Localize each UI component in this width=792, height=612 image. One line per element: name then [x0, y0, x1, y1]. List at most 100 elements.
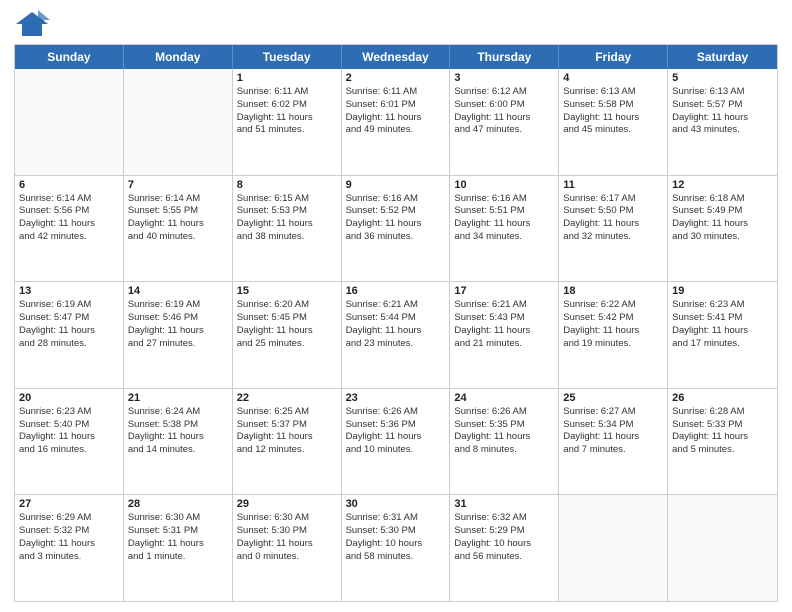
cell-line: and 25 minutes. — [237, 338, 337, 351]
cell-line: Sunrise: 6:30 AM — [237, 512, 337, 525]
logo-icon — [14, 10, 50, 38]
day-number: 23 — [346, 392, 446, 404]
day-cell-20: 20Sunrise: 6:23 AMSunset: 5:40 PMDayligh… — [15, 389, 124, 495]
cell-line: Sunset: 5:32 PM — [19, 525, 119, 538]
cell-line: Daylight: 11 hours — [128, 218, 228, 231]
cell-line: Sunrise: 6:19 AM — [19, 299, 119, 312]
cell-line: Daylight: 11 hours — [19, 431, 119, 444]
cell-line: and 32 minutes. — [563, 231, 663, 244]
cell-line: and 34 minutes. — [454, 231, 554, 244]
cell-line: and 5 minutes. — [672, 444, 773, 457]
cell-line: Sunset: 5:42 PM — [563, 312, 663, 325]
cell-line: Daylight: 11 hours — [128, 325, 228, 338]
day-cell-26: 26Sunrise: 6:28 AMSunset: 5:33 PMDayligh… — [668, 389, 777, 495]
day-number: 18 — [563, 285, 663, 297]
day-cell-14: 14Sunrise: 6:19 AMSunset: 5:46 PMDayligh… — [124, 282, 233, 388]
day-cell-25: 25Sunrise: 6:27 AMSunset: 5:34 PMDayligh… — [559, 389, 668, 495]
cell-line: Sunrise: 6:17 AM — [563, 193, 663, 206]
cell-line: Sunset: 5:43 PM — [454, 312, 554, 325]
cell-line: Sunset: 6:02 PM — [237, 99, 337, 112]
cell-line: Sunrise: 6:32 AM — [454, 512, 554, 525]
empty-cell-r4c5 — [559, 495, 668, 601]
day-number: 25 — [563, 392, 663, 404]
weekday-header-thursday: Thursday — [450, 45, 559, 69]
cell-line: Sunset: 5:47 PM — [19, 312, 119, 325]
cell-line: Daylight: 11 hours — [454, 431, 554, 444]
cell-line: Sunrise: 6:14 AM — [19, 193, 119, 206]
cell-line: Daylight: 11 hours — [454, 112, 554, 125]
calendar-header: SundayMondayTuesdayWednesdayThursdayFrid… — [15, 45, 777, 69]
cell-line: Daylight: 11 hours — [19, 218, 119, 231]
cell-line: Daylight: 11 hours — [346, 112, 446, 125]
cell-line: and 38 minutes. — [237, 231, 337, 244]
cell-line: Sunrise: 6:20 AM — [237, 299, 337, 312]
cell-line: Daylight: 11 hours — [346, 218, 446, 231]
cell-line: Sunset: 6:01 PM — [346, 99, 446, 112]
cell-line: Sunset: 5:45 PM — [237, 312, 337, 325]
cell-line: Sunrise: 6:14 AM — [128, 193, 228, 206]
cell-line: and 30 minutes. — [672, 231, 773, 244]
cell-line: and 17 minutes. — [672, 338, 773, 351]
calendar-row-4: 20Sunrise: 6:23 AMSunset: 5:40 PMDayligh… — [15, 388, 777, 495]
day-cell-29: 29Sunrise: 6:30 AMSunset: 5:30 PMDayligh… — [233, 495, 342, 601]
cell-line: and 49 minutes. — [346, 124, 446, 137]
day-number: 2 — [346, 72, 446, 84]
cell-line: Sunset: 5:53 PM — [237, 205, 337, 218]
cell-line: and 56 minutes. — [454, 551, 554, 564]
day-number: 30 — [346, 498, 446, 510]
cell-line: Sunset: 5:46 PM — [128, 312, 228, 325]
weekday-header-tuesday: Tuesday — [233, 45, 342, 69]
day-number: 24 — [454, 392, 554, 404]
day-number: 22 — [237, 392, 337, 404]
cell-line: and 16 minutes. — [19, 444, 119, 457]
cell-line: Sunset: 5:57 PM — [672, 99, 773, 112]
cell-line: Sunset: 5:37 PM — [237, 419, 337, 432]
cell-line: Sunset: 5:40 PM — [19, 419, 119, 432]
day-number: 31 — [454, 498, 554, 510]
day-number: 19 — [672, 285, 773, 297]
cell-line: Sunrise: 6:15 AM — [237, 193, 337, 206]
cell-line: Sunset: 5:52 PM — [346, 205, 446, 218]
cell-line: Sunset: 5:30 PM — [237, 525, 337, 538]
weekday-header-monday: Monday — [124, 45, 233, 69]
empty-cell-r0c0 — [15, 69, 124, 175]
cell-line: and 12 minutes. — [237, 444, 337, 457]
cell-line: Sunrise: 6:16 AM — [454, 193, 554, 206]
cell-line: Sunrise: 6:21 AM — [454, 299, 554, 312]
calendar-row-1: 1Sunrise: 6:11 AMSunset: 6:02 PMDaylight… — [15, 69, 777, 175]
day-number: 14 — [128, 285, 228, 297]
day-cell-13: 13Sunrise: 6:19 AMSunset: 5:47 PMDayligh… — [15, 282, 124, 388]
cell-line: Daylight: 11 hours — [237, 218, 337, 231]
cell-line: Daylight: 11 hours — [563, 112, 663, 125]
cell-line: Sunrise: 6:26 AM — [346, 406, 446, 419]
day-cell-10: 10Sunrise: 6:16 AMSunset: 5:51 PMDayligh… — [450, 176, 559, 282]
cell-line: Sunset: 5:49 PM — [672, 205, 773, 218]
calendar-body: 1Sunrise: 6:11 AMSunset: 6:02 PMDaylight… — [15, 69, 777, 601]
cell-line: Sunrise: 6:27 AM — [563, 406, 663, 419]
day-number: 6 — [19, 179, 119, 191]
day-cell-18: 18Sunrise: 6:22 AMSunset: 5:42 PMDayligh… — [559, 282, 668, 388]
cell-line: Sunset: 5:41 PM — [672, 312, 773, 325]
day-cell-12: 12Sunrise: 6:18 AMSunset: 5:49 PMDayligh… — [668, 176, 777, 282]
cell-line: Sunset: 5:31 PM — [128, 525, 228, 538]
day-cell-22: 22Sunrise: 6:25 AMSunset: 5:37 PMDayligh… — [233, 389, 342, 495]
cell-line: and 7 minutes. — [563, 444, 663, 457]
empty-cell-r0c1 — [124, 69, 233, 175]
cell-line: Sunrise: 6:21 AM — [346, 299, 446, 312]
cell-line: Daylight: 11 hours — [563, 431, 663, 444]
day-number: 3 — [454, 72, 554, 84]
cell-line: and 47 minutes. — [454, 124, 554, 137]
cell-line: Daylight: 11 hours — [128, 431, 228, 444]
day-number: 20 — [19, 392, 119, 404]
day-cell-4: 4Sunrise: 6:13 AMSunset: 5:58 PMDaylight… — [559, 69, 668, 175]
cell-line: Daylight: 11 hours — [454, 325, 554, 338]
cell-line: Sunset: 5:33 PM — [672, 419, 773, 432]
cell-line: Sunrise: 6:31 AM — [346, 512, 446, 525]
cell-line: and 42 minutes. — [19, 231, 119, 244]
day-cell-7: 7Sunrise: 6:14 AMSunset: 5:55 PMDaylight… — [124, 176, 233, 282]
cell-line: Daylight: 10 hours — [454, 538, 554, 551]
cell-line: Daylight: 11 hours — [563, 218, 663, 231]
cell-line: and 0 minutes. — [237, 551, 337, 564]
cell-line: and 58 minutes. — [346, 551, 446, 564]
cell-line: Daylight: 11 hours — [237, 431, 337, 444]
